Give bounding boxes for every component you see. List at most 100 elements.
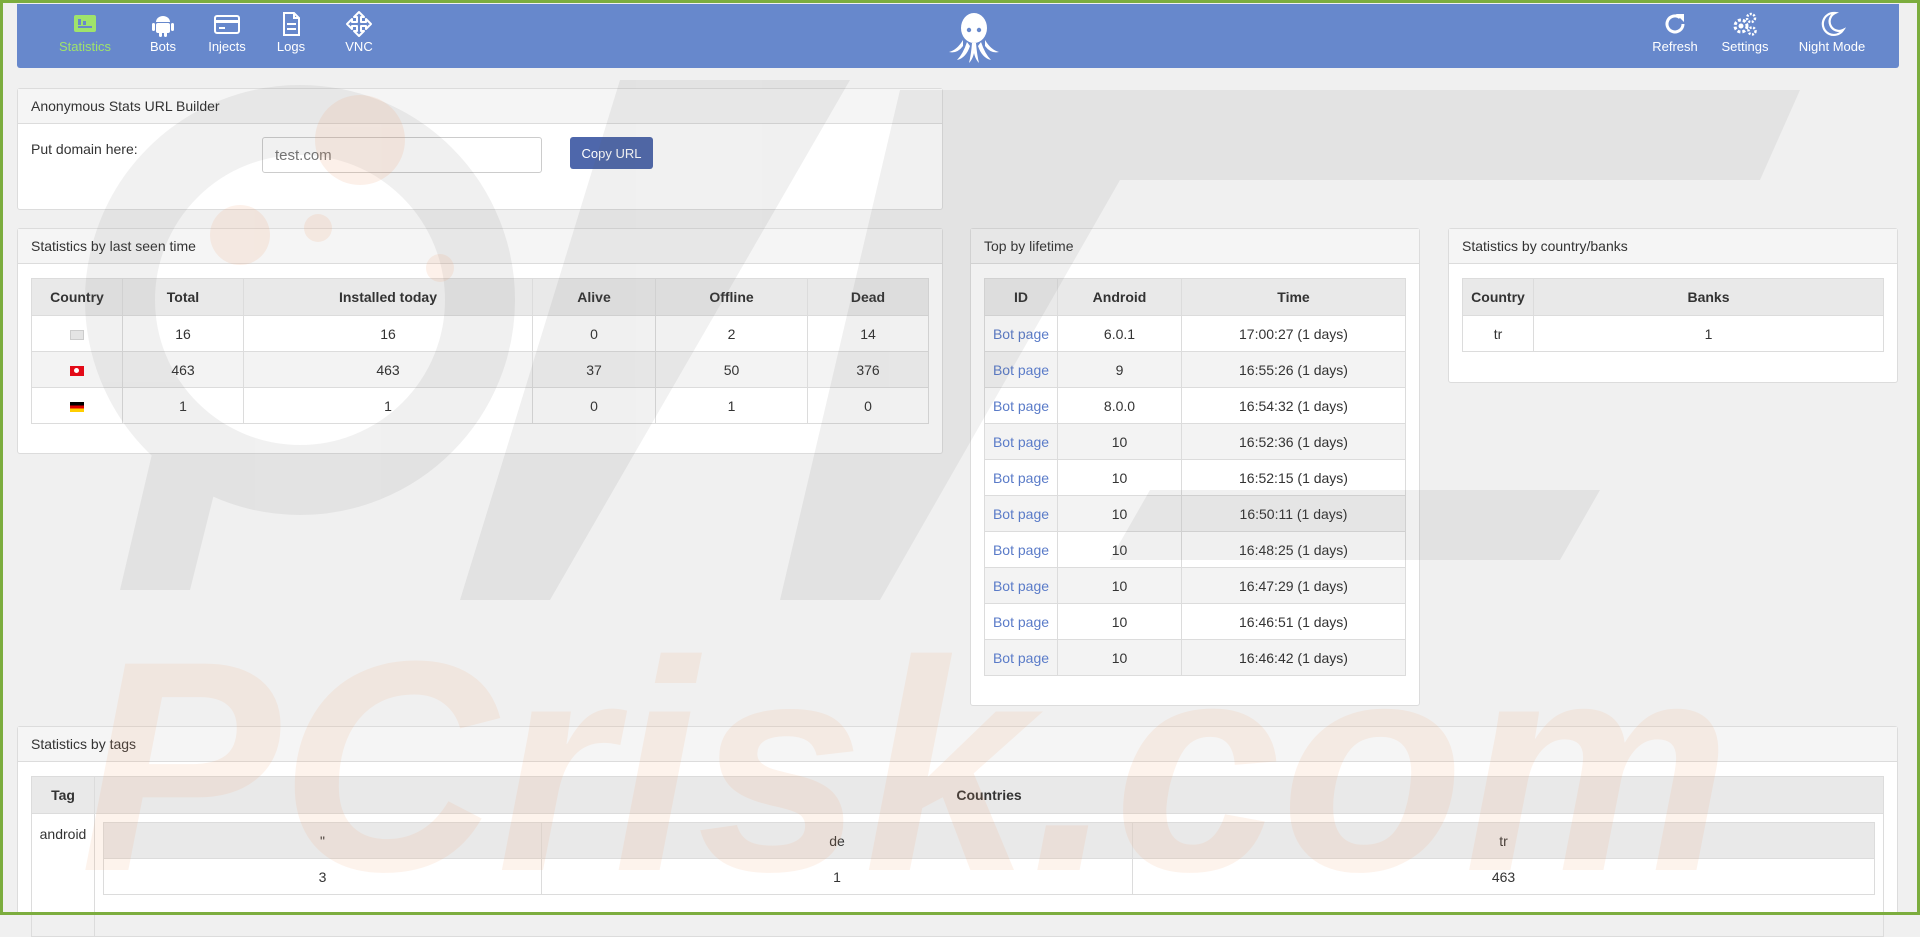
android-version-cell: 8.0.0 — [1057, 387, 1182, 424]
bot-page-link[interactable]: Bot page — [993, 542, 1049, 558]
total-cell: 463 — [122, 351, 244, 388]
panel-title: Statistics by country/banks — [1449, 229, 1897, 264]
octopus-logo — [949, 13, 999, 63]
copy-url-button[interactable]: Copy URL — [570, 137, 653, 169]
url-builder-panel: Anonymous Stats URL Builder Put domain h… — [17, 88, 943, 210]
offline-cell: 50 — [655, 351, 808, 388]
table-row: android " de tr 3 1 463 — [31, 813, 1884, 937]
table-row: Bot page 6.0.1 17:00:27 (1 days) — [984, 315, 1406, 352]
nav-label: Refresh — [1652, 39, 1698, 54]
nav-label: Injects — [208, 39, 246, 54]
nav-refresh[interactable]: Refresh — [1647, 10, 1703, 60]
bot-page-link[interactable]: Bot page — [993, 398, 1049, 414]
table-header-row: Country Banks — [1462, 278, 1884, 316]
count-cell: 1 — [541, 858, 1133, 895]
android-icon — [152, 16, 174, 37]
nav-night-mode[interactable]: Night Mode — [1792, 10, 1872, 60]
table-row: Bot page 9 16:55:26 (1 days) — [984, 351, 1406, 388]
id-cell: Bot page — [984, 495, 1058, 532]
android-version-cell: 10 — [1057, 423, 1182, 460]
installed-today-cell: 463 — [243, 351, 533, 388]
last-seen-table: Country Total Installed today Alive Offl… — [31, 278, 929, 424]
column-header: Total — [122, 278, 244, 316]
column-header: Installed today — [243, 278, 533, 316]
column-header: Offline — [655, 278, 808, 316]
table-header-row: Country Total Installed today Alive Offl… — [31, 278, 929, 316]
nav-statistics[interactable]: Statistics — [53, 10, 117, 60]
country-cell — [31, 315, 123, 352]
table-row: 1 1 0 1 0 — [31, 387, 929, 424]
time-cell: 17:00:27 (1 days) — [1181, 315, 1406, 352]
bot-page-link[interactable]: Bot page — [993, 326, 1049, 342]
dead-cell: 376 — [807, 351, 929, 388]
dead-cell: 14 — [807, 315, 929, 352]
time-cell: 16:54:32 (1 days) — [1181, 387, 1406, 424]
id-cell: Bot page — [984, 459, 1058, 496]
bot-page-link[interactable]: Bot page — [993, 578, 1049, 594]
table-header-row: Tag Countries — [31, 776, 1884, 814]
bot-page-link[interactable]: Bot page — [993, 362, 1049, 378]
nav-vnc[interactable]: VNC — [339, 10, 379, 60]
nav-label: VNC — [345, 39, 373, 54]
alive-cell: 0 — [532, 315, 656, 352]
bot-page-link[interactable]: Bot page — [993, 470, 1049, 486]
bot-page-link[interactable]: Bot page — [993, 434, 1049, 450]
nav-label: Bots — [149, 39, 176, 54]
time-cell: 16:55:26 (1 days) — [1181, 351, 1406, 388]
count-cell: 3 — [103, 858, 542, 895]
domain-label: Put domain here: — [31, 141, 138, 157]
tag-countries-table: " de tr 3 1 463 — [103, 822, 1875, 895]
tags-panel: Statistics by tags Tag Countries android… — [17, 726, 1898, 937]
table-row: Bot page 8.0.0 16:54:32 (1 days) — [984, 387, 1406, 424]
time-cell: 16:46:51 (1 days) — [1181, 603, 1406, 640]
table-row: Bot page 10 16:46:51 (1 days) — [984, 603, 1406, 640]
bot-page-link[interactable]: Bot page — [993, 614, 1049, 630]
table-row: 463 463 37 50 376 — [31, 351, 929, 388]
id-cell: Bot page — [984, 567, 1058, 604]
offline-cell: 2 — [655, 315, 808, 352]
table-header-row: " de tr — [103, 822, 1875, 859]
id-cell: Bot page — [984, 315, 1058, 352]
time-cell: 16:52:15 (1 days) — [1181, 459, 1406, 496]
column-header: Dead — [807, 278, 929, 316]
nav-label: Settings — [1721, 39, 1769, 54]
table-row: Bot page 10 16:50:11 (1 days) — [984, 495, 1406, 532]
id-cell: Bot page — [984, 387, 1058, 424]
last-seen-panel: Statistics by last seen time Country Tot… — [17, 228, 943, 454]
nav-label: Logs — [276, 39, 306, 54]
nav-bots[interactable]: Bots — [139, 10, 187, 60]
table-row: Bot page 10 16:52:36 (1 days) — [984, 423, 1406, 460]
country-cell — [31, 351, 123, 388]
id-cell: Bot page — [984, 639, 1058, 676]
table-row: 3 1 463 — [103, 858, 1875, 895]
column-header: Alive — [532, 278, 656, 316]
column-header: Countries — [94, 776, 1884, 814]
nav-settings[interactable]: Settings — [1717, 10, 1773, 60]
column-header: Tag — [31, 776, 95, 814]
android-version-cell: 6.0.1 — [1057, 315, 1182, 352]
nav-label: Statistics — [58, 39, 111, 54]
statistics-icon — [74, 15, 96, 32]
panel-title: Statistics by last seen time — [18, 229, 942, 264]
domain-input[interactable] — [262, 137, 542, 173]
table-row: Bot page 10 16:46:42 (1 days) — [984, 639, 1406, 676]
panel-title: Statistics by tags — [18, 727, 1897, 762]
bot-page-link[interactable]: Bot page — [993, 650, 1049, 666]
column-header: Country — [31, 278, 123, 316]
column-header: Banks — [1533, 278, 1884, 316]
bot-page-link[interactable]: Bot page — [993, 506, 1049, 522]
country-header: " — [103, 822, 542, 859]
nav-logs[interactable]: Logs — [271, 10, 311, 60]
id-cell: Bot page — [984, 423, 1058, 460]
time-cell: 16:48:25 (1 days) — [1181, 531, 1406, 568]
column-header: ID — [984, 278, 1058, 316]
nav-label: Night Mode — [1798, 39, 1866, 54]
top-lifetime-panel: Top by lifetime ID Android Time Bot page… — [970, 228, 1420, 706]
alive-cell: 37 — [532, 351, 656, 388]
column-header: Android — [1057, 278, 1182, 316]
android-version-cell: 10 — [1057, 603, 1182, 640]
nav-injects[interactable]: Injects — [203, 10, 251, 60]
lifetime-table: ID Android Time Bot page 6.0.1 17:00:27 (1… — [984, 278, 1406, 676]
move-arrows-icon — [346, 11, 372, 37]
id-cell: Bot page — [984, 531, 1058, 568]
